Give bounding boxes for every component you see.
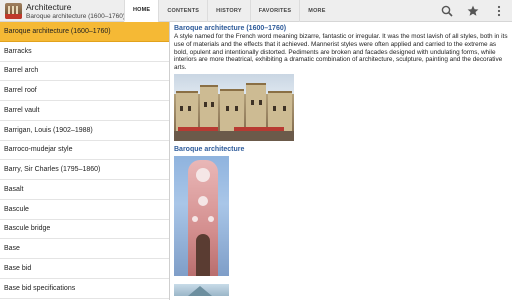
- list-item[interactable]: Baroque architecture (1600–1760): [0, 22, 169, 42]
- list-item[interactable]: Barroco-mudejar style: [0, 141, 169, 161]
- list-item[interactable]: Base bid: [0, 259, 169, 279]
- list-item[interactable]: Bascule: [0, 200, 169, 220]
- star-icon: [467, 5, 479, 16]
- article-body: A style named for the French word meanin…: [174, 33, 508, 72]
- tab-contents[interactable]: CONTENTS: [158, 0, 207, 22]
- tab-home[interactable]: HOME: [124, 0, 159, 22]
- term-list[interactable]: Baroque architecture (1600–1760) Barrack…: [0, 22, 170, 300]
- overflow-menu-icon: [497, 5, 501, 17]
- article-title: Baroque architecture (1600–1760): [174, 25, 287, 32]
- baroque-facade-photo: [174, 155, 229, 276]
- list-item[interactable]: Barry, Sir Charles (1795–1860): [0, 160, 169, 180]
- grand-place-photo: [174, 73, 294, 141]
- tab-history[interactable]: HISTORY: [207, 0, 250, 22]
- list-item[interactable]: Barrel arch: [0, 62, 169, 82]
- tab-more[interactable]: MORE: [299, 0, 333, 22]
- list-item[interactable]: Bascule bridge: [0, 220, 169, 240]
- app-logo-icon[interactable]: [5, 3, 22, 19]
- list-item[interactable]: Barrigan, Louis (1902–1988): [0, 121, 169, 141]
- app-titles: Architecture Baroque architecture (1600–…: [26, 2, 126, 21]
- app-title: Architecture: [26, 2, 72, 12]
- list-item[interactable]: Barrel vault: [0, 101, 169, 121]
- list-item[interactable]: Base: [0, 239, 169, 259]
- article-pane[interactable]: Baroque architecture (1600–1760) A style…: [174, 24, 510, 300]
- additional-photo: [174, 283, 229, 296]
- action-buttons: [434, 0, 512, 22]
- favorite-button[interactable]: [460, 0, 486, 22]
- overflow-menu-button[interactable]: [486, 0, 512, 22]
- search-button[interactable]: [434, 0, 460, 22]
- list-item[interactable]: Barrel roof: [0, 81, 169, 101]
- search-icon: [441, 5, 453, 17]
- tab-favorites[interactable]: FAVORITES: [249, 0, 300, 22]
- list-item[interactable]: Barracks: [0, 42, 169, 62]
- list-item[interactable]: Base bid specifications: [0, 279, 169, 299]
- section-title: Baroque architecture: [174, 145, 245, 153]
- tab-bar: HOME CONTENTS HISTORY FAVORITES MORE: [124, 0, 334, 22]
- list-item[interactable]: Basalt: [0, 180, 169, 200]
- app-subtitle: Baroque architecture (1600–1760): [26, 13, 126, 20]
- action-bar: Architecture Baroque architecture (1600–…: [0, 0, 512, 22]
